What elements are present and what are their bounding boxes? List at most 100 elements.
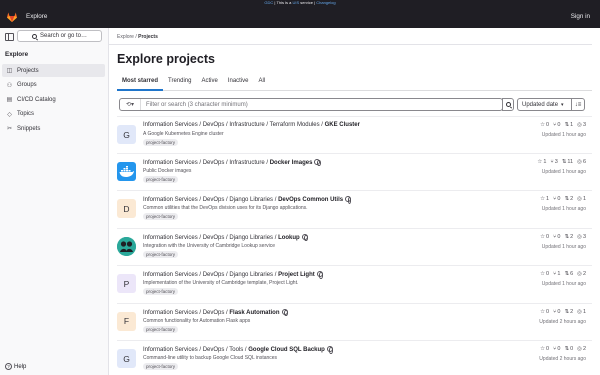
- issues-count[interactable]: ◎6: [577, 159, 586, 165]
- filter-search-button[interactable]: [502, 98, 514, 111]
- topic-badge[interactable]: project-factory: [143, 363, 179, 370]
- project-name[interactable]: Lookup: [278, 235, 300, 241]
- tab-trending[interactable]: Trending: [163, 76, 196, 91]
- forks-count[interactable]: ⑂0: [553, 122, 560, 128]
- merge-requests-count[interactable]: ⇅1: [564, 122, 573, 128]
- project-avatar[interactable]: G: [117, 349, 136, 368]
- stars-count[interactable]: ☆0: [540, 346, 549, 352]
- project-avatar[interactable]: G: [117, 125, 136, 144]
- merge-requests-count[interactable]: ⇅2: [564, 234, 573, 240]
- app-name: Explore: [26, 13, 48, 20]
- globe-icon: [314, 158, 321, 167]
- topic-badge[interactable]: project-factory: [143, 175, 179, 183]
- search-icon: [31, 33, 37, 39]
- merge-request-icon: ⇅: [564, 271, 570, 277]
- project-name[interactable]: DevOps Common Utils: [278, 197, 343, 203]
- merge-requests-count[interactable]: ⇅6: [564, 271, 573, 277]
- project-name[interactable]: Google Cloud SQL Backup: [248, 347, 325, 353]
- issues-count[interactable]: ◎1: [577, 309, 586, 315]
- star-icon: ☆: [540, 308, 546, 315]
- merge-request-icon: ⇅: [564, 122, 570, 128]
- fork-icon: ⑂: [553, 308, 557, 315]
- updated-time: Updated 2 hours ago: [539, 356, 586, 362]
- tab-all[interactable]: All: [254, 76, 271, 91]
- issues-count[interactable]: ◎2: [577, 346, 586, 352]
- merge-requests-count[interactable]: ⇅2: [564, 196, 573, 202]
- tab-active[interactable]: Active: [196, 76, 222, 91]
- list-item: Information Services / DevOps / Django L…: [117, 229, 592, 266]
- sign-in-link[interactable]: Sign in: [571, 13, 590, 20]
- stars-count[interactable]: ☆0: [540, 309, 549, 315]
- list-item: Information Services / DevOps / Infrastr…: [117, 154, 592, 191]
- project-name[interactable]: GKE Cluster: [325, 122, 360, 128]
- merge-requests-count[interactable]: ⇅0: [564, 346, 573, 352]
- history-dropdown[interactable]: ⟲▾: [120, 99, 141, 110]
- sort-dropdown[interactable]: Updated date ▾: [517, 98, 572, 111]
- issues-count[interactable]: ◎2: [577, 271, 586, 277]
- question-icon: ?: [5, 363, 12, 370]
- project-path[interactable]: Information Services / DevOps / Flask Au…: [143, 308, 288, 317]
- stars-count[interactable]: ☆0: [540, 234, 549, 240]
- breadcrumb-explore[interactable]: Explore: [117, 34, 134, 40]
- sidebar-item-snippets[interactable]: ✂ Snippets: [2, 122, 105, 135]
- stars-count[interactable]: ☆0: [540, 122, 549, 128]
- project-avatar[interactable]: [117, 161, 136, 181]
- sidebar-toggle-icon[interactable]: [5, 32, 14, 41]
- project-description: A Google Kubernetes Engine cluster: [143, 131, 224, 137]
- project-description: Integration with the University of Cambr…: [143, 242, 276, 249]
- merge-requests-count[interactable]: ⇅11: [562, 159, 573, 165]
- breadcrumb-projects[interactable]: Projects: [138, 34, 158, 40]
- project-path[interactable]: Information Services / DevOps / Infrastr…: [143, 122, 360, 128]
- project-avatar[interactable]: [117, 236, 136, 256]
- project-stats: ☆0 ⑂0 ⇅0 ◎2: [540, 346, 586, 352]
- forks-count[interactable]: ⑂0: [553, 234, 560, 240]
- filter-input[interactable]: ⟲▾ Filter or search (3 character minimum…: [119, 98, 503, 111]
- topic-badge[interactable]: project-factory: [143, 139, 179, 146]
- help-button[interactable]: ? Help: [5, 363, 26, 370]
- forks-count[interactable]: ⑂3: [550, 159, 557, 165]
- stars-count[interactable]: ☆0: [540, 271, 549, 277]
- forks-count[interactable]: ⑂0: [553, 309, 560, 315]
- sidebar-item-projects[interactable]: ◫ Projects: [2, 64, 105, 77]
- project-avatar[interactable]: D: [117, 199, 136, 218]
- sidebar-item-topics[interactable]: ◇ Topics: [2, 108, 105, 121]
- project-name[interactable]: Flask Automation: [229, 310, 279, 316]
- project-path[interactable]: Information Services / DevOps / Django L…: [143, 271, 323, 279]
- merge-request-icon: ⇅: [564, 233, 570, 240]
- fork-icon: ⑂: [553, 122, 557, 128]
- stars-count[interactable]: ☆1: [540, 196, 549, 202]
- topic-badge[interactable]: project-factory: [143, 325, 179, 333]
- tab-inactive[interactable]: Inactive: [223, 76, 254, 91]
- sidebar-item-label: CI/CD Catalog: [17, 96, 56, 103]
- project-path[interactable]: Information Services / DevOps / Infrastr…: [143, 158, 321, 167]
- project-path[interactable]: Information Services / DevOps / Tools / …: [143, 346, 333, 354]
- issues-count[interactable]: ◎1: [577, 196, 586, 202]
- merge-requests-count[interactable]: ⇅2: [564, 309, 573, 315]
- list-item: G Information Services / DevOps / Tools …: [117, 341, 592, 375]
- sort-direction-button[interactable]: ↓≡: [572, 98, 585, 111]
- project-path[interactable]: Information Services / DevOps / Django L…: [143, 196, 352, 204]
- forks-count[interactable]: ⑂1: [553, 271, 560, 277]
- issues-count[interactable]: ◎3: [577, 122, 586, 128]
- sidebar-item-groups[interactable]: ⚇ Groups: [2, 79, 105, 92]
- project-name[interactable]: Docker Images: [270, 160, 313, 166]
- project-name[interactable]: Project Light: [278, 272, 315, 278]
- lookup-logo-icon: [117, 236, 136, 256]
- sidebar-item-cicd-catalog[interactable]: ▤ CI/CD Catalog: [2, 93, 105, 106]
- tab-most-starred[interactable]: Most starred: [117, 76, 164, 91]
- forks-count[interactable]: ⑂0: [553, 346, 560, 352]
- star-icon: ☆: [540, 196, 546, 202]
- project-description: Common functionality for Automation Flas…: [143, 317, 251, 324]
- project-avatar[interactable]: P: [117, 274, 136, 293]
- project-path[interactable]: Information Services / DevOps / Django L…: [143, 233, 308, 242]
- search-button[interactable]: Search or go to…: [17, 30, 102, 42]
- topic-badge[interactable]: project-factory: [143, 288, 179, 295]
- gitlab-logo-icon[interactable]: [6, 11, 18, 23]
- list-item: F Information Services / DevOps / Flask …: [117, 304, 592, 341]
- topic-badge[interactable]: project-factory: [143, 213, 179, 220]
- stars-count[interactable]: ☆1: [537, 159, 546, 165]
- forks-count[interactable]: ⑂0: [553, 196, 560, 202]
- project-avatar[interactable]: F: [117, 311, 136, 331]
- topic-badge[interactable]: project-factory: [143, 250, 179, 258]
- issues-count[interactable]: ◎3: [577, 234, 586, 240]
